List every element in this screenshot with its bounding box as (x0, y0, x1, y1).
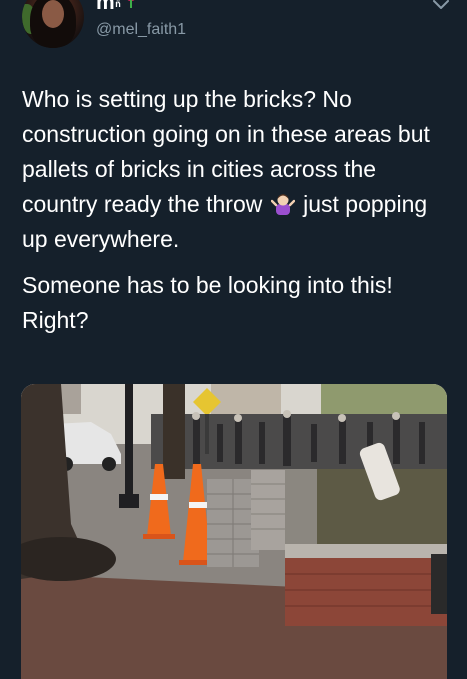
avatar[interactable] (22, 0, 84, 48)
photo-scene (21, 384, 447, 679)
display-name[interactable]: mñ (96, 0, 138, 14)
tweet-header: mñ @mel_faith1 (0, 0, 467, 60)
rose-icon (124, 0, 138, 8)
tweet-text: Who is setting up the bricks? No constru… (22, 82, 452, 338)
tweet-paragraph: Who is setting up the bricks? No constru… (22, 82, 452, 257)
display-name-sup: ñ (115, 0, 122, 9)
tweet-paragraph: Someone has to be looking into this! Rig… (22, 272, 393, 333)
tweet-media-photo[interactable] (21, 384, 447, 679)
woman-shrugging-emoji (270, 194, 295, 215)
display-name-text: m (96, 0, 116, 14)
avatar-face (42, 0, 64, 28)
user-handle[interactable]: @mel_faith1 (96, 20, 186, 40)
chevron-down-icon[interactable] (432, 0, 450, 12)
